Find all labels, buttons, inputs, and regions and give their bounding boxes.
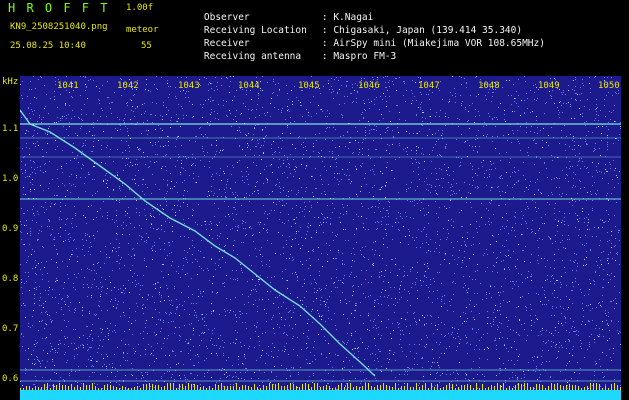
meteor-count: 55 (141, 41, 152, 51)
file-name: KN9_2508251040.png (10, 22, 108, 32)
date-time: 25.08.25 10:40 (10, 41, 86, 51)
meteor-label: meteor (126, 25, 159, 35)
y-axis-unit: kHz (2, 77, 19, 87)
y-tick-label: 0.7 (2, 324, 19, 334)
x-tick-label: 1043 (178, 81, 200, 91)
version-label: 1.00f (126, 3, 154, 13)
x-tick-label: 1045 (298, 81, 320, 91)
y-tick-label: 0.8 (2, 274, 19, 284)
info-key: Receiving antenna (203, 50, 302, 62)
info-value: : Maspro FM-3 (321, 50, 397, 62)
y-tick-label: 1.0 (2, 174, 19, 184)
x-tick-label: 1049 (538, 81, 560, 91)
x-tick-label: 1046 (358, 81, 380, 91)
spectrogram-canvas (20, 76, 621, 400)
x-tick-label: 1041 (57, 81, 79, 91)
x-tick-label: 1044 (238, 81, 260, 91)
bottom-band-fill (20, 390, 621, 400)
app-title: H R O F F T (8, 1, 110, 15)
info-row-antenna: Receiving antenna : Maspro FM-3 (181, 42, 396, 71)
y-tick-label: 1.1 (2, 124, 19, 134)
x-tick-label: 1042 (117, 81, 139, 91)
x-tick-label: 1050 (598, 81, 620, 91)
header-panel: H R O F F T 1.00f KN9_2508251040.png met… (0, 0, 629, 75)
x-tick-label: 1047 (418, 81, 440, 91)
y-tick-label: 0.9 (2, 224, 19, 234)
y-tick-label: 0.6 (2, 374, 19, 384)
x-tick-label: 1048 (478, 81, 500, 91)
spectrogram-plot (20, 76, 621, 400)
